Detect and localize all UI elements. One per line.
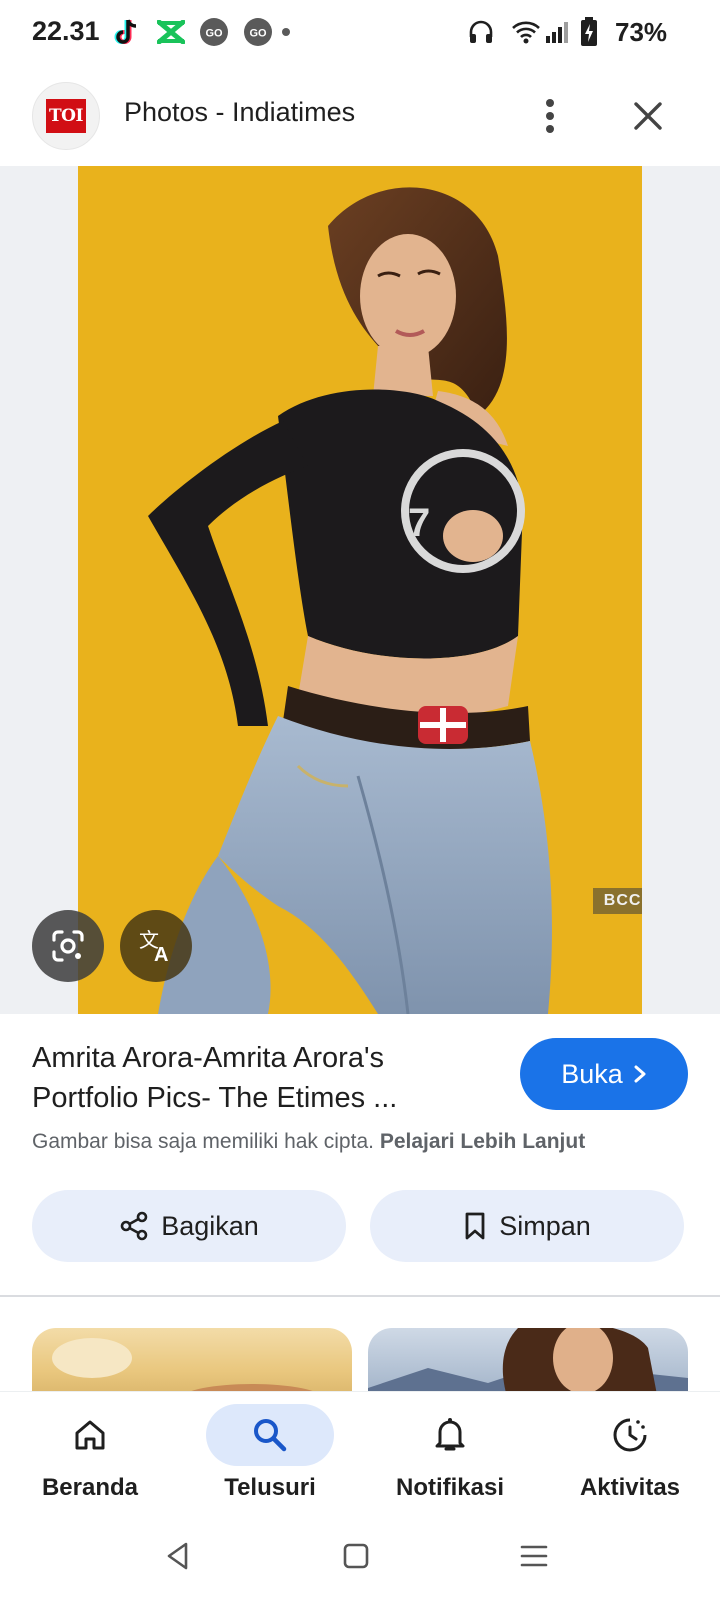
system-navigation-bar — [0, 1512, 720, 1600]
site-logo[interactable]: TOI — [32, 82, 100, 150]
related-image-2[interactable] — [368, 1328, 688, 1400]
nav-search[interactable]: Telusuri — [180, 1404, 360, 1504]
share-button[interactable]: Bagikan — [32, 1190, 346, 1262]
open-button-label: Buka — [561, 1058, 623, 1089]
open-button[interactable]: Buka — [520, 1038, 688, 1110]
menu-lines-icon — [520, 1545, 548, 1567]
back-triangle-icon — [167, 1542, 188, 1570]
copyright-notice: Gambar bisa saja memiliki hak cipta. Pel… — [32, 1130, 702, 1154]
svg-text:A: A — [154, 944, 168, 964]
status-bar: 22.31 GO GO 73% — [0, 0, 720, 66]
result-title[interactable]: Amrita Arora-Amrita Arora's Portfolio Pi… — [32, 1038, 492, 1118]
lens-icon — [52, 930, 84, 962]
battery-percent: 73% — [615, 17, 668, 47]
bookmark-icon — [465, 1212, 485, 1240]
more-options-button[interactable] — [528, 88, 572, 144]
page-title[interactable]: Photos - Indiatimes — [124, 97, 355, 128]
chevron-right-icon — [634, 1065, 646, 1083]
copyright-text: Gambar bisa saja memiliki hak cipta. — [32, 1130, 374, 1153]
translate-icon: 文 A — [139, 928, 168, 964]
viewer-header: TOI Photos - Indiatimes — [0, 66, 720, 166]
status-time: 22.31 — [32, 16, 100, 46]
notification-dot-icon — [280, 16, 292, 48]
battery-charging-icon — [578, 16, 600, 48]
share-icon — [120, 1211, 148, 1241]
system-back-button[interactable] — [156, 1534, 200, 1578]
search-icon — [254, 1419, 287, 1452]
history-icon — [613, 1418, 647, 1452]
gojek-icon: GO — [198, 16, 230, 48]
learn-more-link[interactable]: Pelajari Lebih Lanjut — [380, 1130, 585, 1153]
gojek-icon-2: GO — [242, 16, 274, 48]
svg-text:7: 7 — [408, 501, 430, 545]
tiktok-icon — [112, 16, 142, 48]
save-button-label: Simpan — [499, 1210, 591, 1241]
nav-notifications-icon-wrap — [386, 1404, 514, 1466]
home-icon — [75, 1420, 105, 1450]
translate-button[interactable]: 文 A — [120, 910, 192, 982]
nav-activity[interactable]: Aktivitas — [540, 1404, 720, 1504]
bottom-navigation: Beranda Telusuri Notifikasi Aktivitas — [0, 1392, 720, 1512]
nav-home-label: Beranda — [41, 1474, 139, 1501]
section-divider — [0, 1295, 720, 1297]
signal-icon — [544, 16, 570, 48]
close-button[interactable] — [624, 92, 672, 140]
more-vert-icon — [546, 99, 554, 133]
nav-activity-label: Aktivitas — [579, 1474, 681, 1501]
svg-text:GO: GO — [205, 28, 223, 40]
related-image-2-illustration — [368, 1328, 688, 1400]
nav-activity-icon-wrap — [566, 1404, 694, 1466]
system-home-button[interactable] — [334, 1534, 378, 1578]
home-square-icon — [343, 1543, 369, 1569]
related-image-1-illustration — [52, 1338, 322, 1400]
image-preview-area: 7 BCCL 文 A — [0, 166, 720, 1014]
bell-icon — [435, 1418, 465, 1451]
result-photo[interactable]: 7 BCCL — [78, 166, 642, 1014]
photo-watermark: BCCL — [593, 888, 642, 914]
nav-search-icon-wrap — [206, 1404, 334, 1466]
nav-notifications[interactable]: Notifikasi — [360, 1404, 540, 1504]
nav-home[interactable]: Beranda — [0, 1404, 180, 1504]
nav-home-icon-wrap — [26, 1404, 154, 1466]
system-menu-button[interactable] — [512, 1534, 556, 1578]
close-icon — [634, 102, 662, 130]
svg-text:GO: GO — [249, 28, 267, 40]
nav-search-label: Telusuri — [224, 1474, 316, 1501]
google-lens-button[interactable] — [32, 910, 104, 982]
wifi-icon — [510, 16, 542, 48]
app-x-icon — [156, 16, 186, 48]
site-logo-text: TOI — [46, 99, 86, 133]
share-button-label: Bagikan — [161, 1210, 259, 1241]
related-image-1[interactable] — [32, 1328, 352, 1400]
photo-illustration: 7 — [78, 166, 642, 1014]
save-button[interactable]: Simpan — [370, 1190, 684, 1262]
nav-notifications-label: Notifikasi — [395, 1474, 505, 1501]
headphones-icon — [466, 16, 496, 48]
